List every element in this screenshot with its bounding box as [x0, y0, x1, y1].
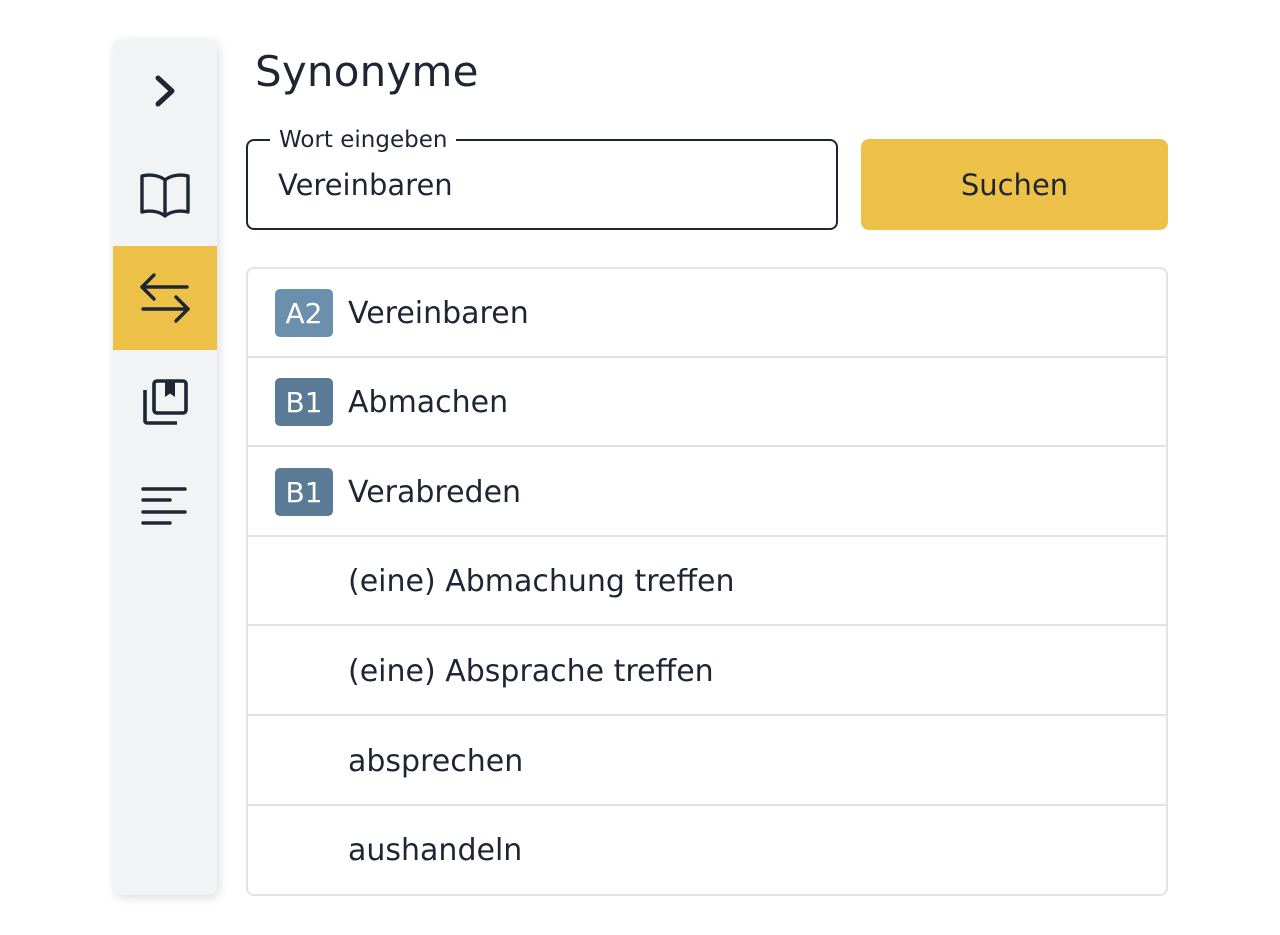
sidebar [113, 39, 217, 895]
sidebar-item-collections[interactable] [113, 350, 217, 454]
list-item-word: absprechen [348, 744, 524, 779]
sidebar-item-notes[interactable] [113, 454, 217, 558]
search-field-label: Wort eingeben [270, 125, 457, 155]
list-item[interactable]: (eine) Abmachung treffen [248, 537, 1166, 626]
list-item-word: Vereinbaren [348, 296, 529, 331]
level-badge: A2 [275, 289, 333, 337]
list-item[interactable]: aushandeln [248, 806, 1166, 894]
sidebar-item-expand[interactable] [113, 39, 217, 143]
list-item[interactable]: (eine) Absprache treffen [248, 627, 1166, 716]
text-lines-icon [141, 487, 187, 525]
results-list: A2 Vereinbaren B1 Abmachen B1 Verabreden… [246, 267, 1168, 896]
list-item-word: aushandeln [348, 833, 523, 868]
list-item[interactable]: A2 Vereinbaren [248, 269, 1166, 358]
list-item-word: Abmachen [348, 385, 509, 420]
level-badge: B1 [275, 378, 333, 426]
swap-arrows-icon [140, 273, 190, 323]
level-badge: B1 [275, 468, 333, 516]
list-item-word: Verabreden [348, 475, 522, 510]
search-button[interactable]: Suchen [861, 139, 1168, 230]
list-item-word: (eine) Absprache treffen [348, 654, 714, 689]
search-field[interactable]: Wort eingeben [246, 125, 838, 230]
open-book-icon [140, 173, 190, 218]
chevron-right-icon [155, 75, 175, 107]
list-item[interactable]: B1 Abmachen [248, 358, 1166, 447]
list-item-word: (eine) Abmachung treffen [348, 564, 735, 599]
list-item[interactable]: B1 Verabreden [248, 448, 1166, 537]
list-item[interactable]: absprechen [248, 717, 1166, 806]
sidebar-item-synonyms[interactable] [113, 246, 217, 350]
sidebar-item-dictionary[interactable] [113, 143, 217, 247]
search-input[interactable] [278, 163, 808, 207]
bookmark-library-icon [143, 379, 188, 425]
page-title: Synonyme [255, 47, 479, 96]
